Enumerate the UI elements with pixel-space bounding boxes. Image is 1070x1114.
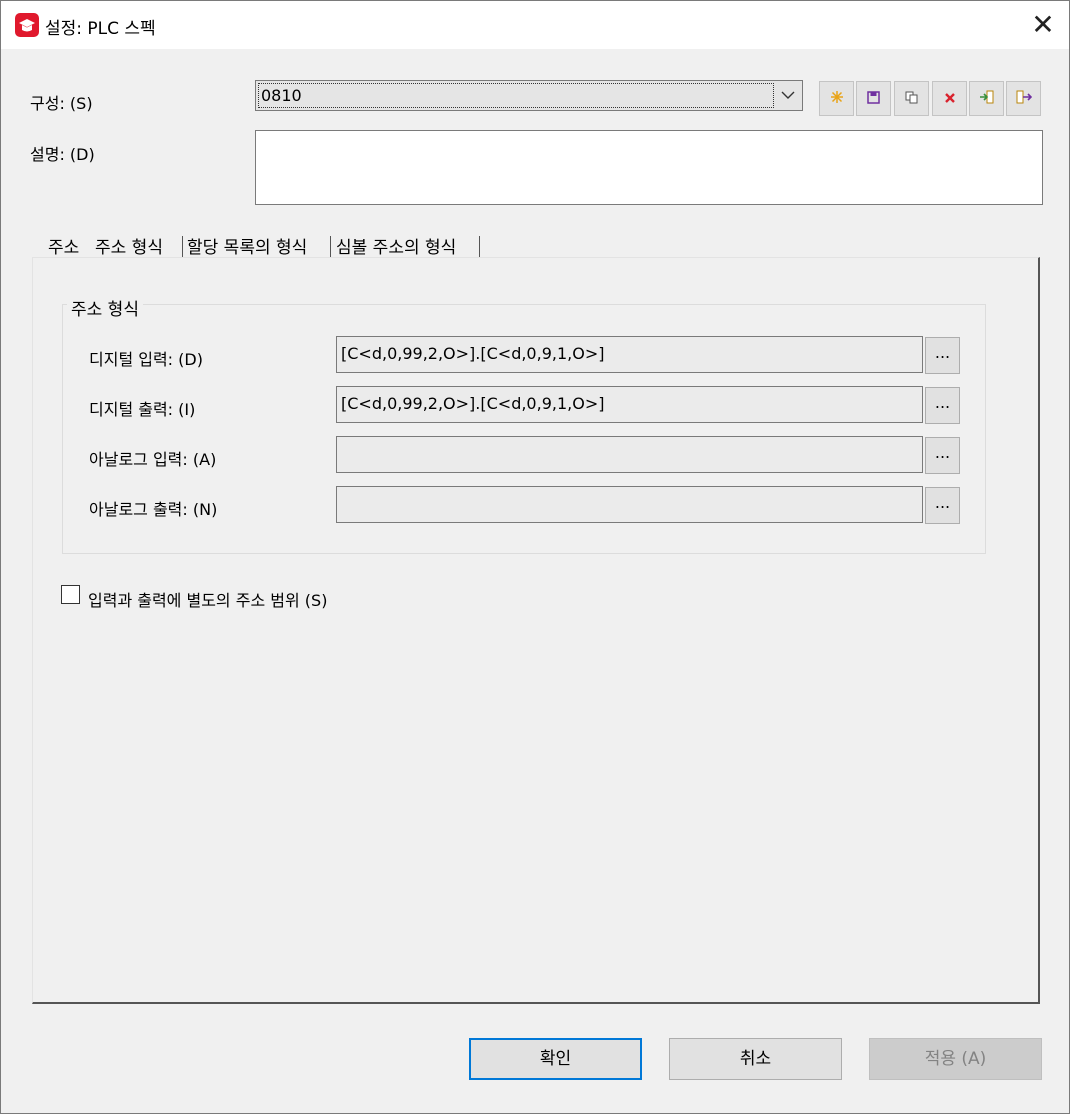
title-bar: 설정: PLC 스펙 ✕ — [1, 1, 1069, 49]
export-config-button[interactable] — [1006, 81, 1041, 116]
analog-input-field[interactable] — [336, 436, 923, 473]
digital-input-label: 디지털 입력: (D) — [89, 350, 203, 369]
tab-address[interactable]: 주소 — [48, 233, 79, 258]
tab-address-format[interactable]: 주소 형식 — [95, 233, 163, 258]
settings-dialog: 설정: PLC 스펙 ✕ 구성: (S) 0810 설명: (D) 주소 주소 … — [0, 0, 1070, 1114]
export-icon — [1016, 89, 1032, 108]
new-icon — [830, 89, 844, 108]
copy-icon — [905, 89, 919, 108]
tab-symbol-address-format[interactable]: 심볼 주소의 형식 — [336, 233, 456, 258]
analog-input-label: 아날로그 입력: (A) — [89, 450, 217, 469]
analog-output-label: 아날로그 출력: (N) — [89, 500, 218, 519]
close-icon: ✕ — [1031, 8, 1055, 41]
chevron-down-icon — [780, 86, 796, 104]
delete-config-button[interactable] — [932, 81, 967, 116]
save-config-button[interactable] — [856, 81, 891, 116]
digital-input-browse-button[interactable]: ... — [925, 337, 960, 374]
import-config-button[interactable] — [969, 81, 1004, 116]
config-select[interactable]: 0810 — [255, 80, 803, 111]
config-label: 구성: (S) — [30, 94, 93, 113]
close-button[interactable]: ✕ — [1021, 7, 1065, 43]
digital-output-field[interactable]: [C<d,0,99,2,O>].[C<d,0,9,1,O>] — [336, 386, 923, 423]
save-icon — [867, 89, 880, 108]
digital-output-label: 디지털 출력: (I) — [89, 400, 196, 419]
digital-output-browse-button[interactable]: ... — [925, 387, 960, 424]
copy-config-button[interactable] — [894, 81, 929, 116]
separate-address-range-label[interactable]: 입력과 출력에 별도의 주소 범위 (S) — [88, 587, 327, 611]
window-title: 설정: PLC 스펙 — [45, 19, 156, 39]
new-config-button[interactable] — [819, 81, 854, 116]
config-value: 0810 — [258, 83, 774, 108]
ok-button[interactable]: 확인 — [469, 1038, 642, 1080]
apply-button[interactable]: 적용 (A) — [869, 1038, 1042, 1080]
description-field[interactable] — [255, 130, 1043, 205]
digital-input-field[interactable]: [C<d,0,99,2,O>].[C<d,0,9,1,O>] — [336, 336, 923, 373]
analog-input-browse-button[interactable]: ... — [925, 437, 960, 474]
tab-divider — [330, 236, 331, 258]
address-format-group-title: 주소 형식 — [67, 295, 143, 320]
analog-output-field[interactable] — [336, 486, 923, 523]
cancel-button[interactable]: 취소 — [669, 1038, 842, 1080]
import-icon — [979, 89, 995, 108]
description-label: 설명: (D) — [30, 145, 95, 164]
tab-assignment-list-format[interactable]: 할당 목록의 형식 — [187, 233, 307, 258]
tab-divider — [182, 236, 183, 258]
app-logo-icon — [15, 13, 39, 37]
analog-output-browse-button[interactable]: ... — [925, 487, 960, 524]
separate-address-range-checkbox[interactable] — [61, 585, 80, 604]
tab-divider — [479, 236, 480, 258]
delete-icon — [944, 89, 956, 108]
